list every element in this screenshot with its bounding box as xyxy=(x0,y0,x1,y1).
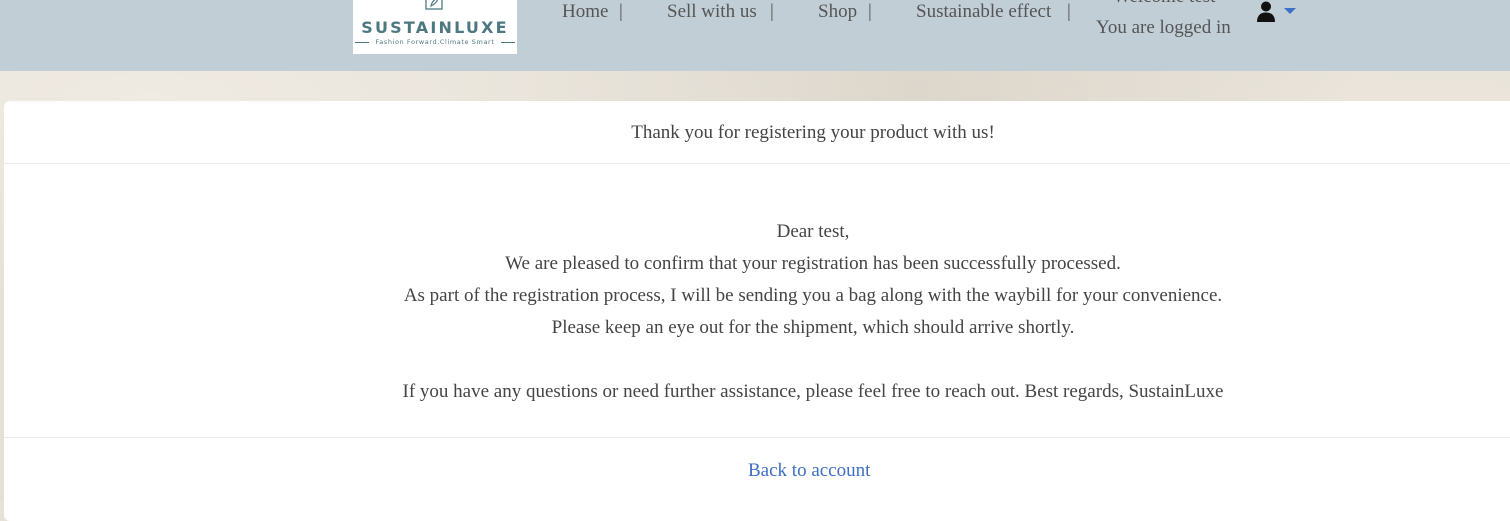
message-line: As part of the registration process, I w… xyxy=(403,285,1223,306)
top-navbar: SUSTAINLUXE Fashion Forward.Climate Smar… xyxy=(0,0,1510,71)
nav-sustainable-effect-link[interactable]: Sustainable effect xyxy=(916,1,1051,23)
leaf-icon xyxy=(425,0,443,10)
brand-name: SUSTAINLUXE xyxy=(361,18,509,37)
user-icon xyxy=(1257,1,1275,22)
logged-in-status: You are logged in xyxy=(1096,17,1231,38)
message-line: Please keep an eye out for the shipment,… xyxy=(551,317,1075,338)
nav-separator: | xyxy=(868,1,872,22)
card-title: Thank you for registering your product w… xyxy=(631,122,995,143)
nav-separator: | xyxy=(770,1,774,22)
card-header: Thank you for registering your product w… xyxy=(4,101,1510,164)
user-menu-dropdown[interactable] xyxy=(1255,0,1299,24)
message-line: We are pleased to confirm that your regi… xyxy=(505,253,1121,274)
nav-separator: | xyxy=(1067,1,1071,22)
closing-text: If you have any questions or need furthe… xyxy=(402,381,1224,402)
nav-separator: | xyxy=(619,1,623,22)
nav-shop-link[interactable]: Shop xyxy=(818,1,857,23)
brand-logo[interactable]: SUSTAINLUXE Fashion Forward.Climate Smar… xyxy=(353,0,517,54)
brand-tagline: Fashion Forward.Climate Smart xyxy=(375,38,495,46)
nav-home-link[interactable]: Home xyxy=(562,1,608,23)
nav-sell-link[interactable]: Sell with us xyxy=(667,1,757,23)
card-footer-divider xyxy=(4,437,1510,438)
greeting-text: Dear test, xyxy=(776,221,850,242)
confirmation-card: Thank you for registering your product w… xyxy=(4,101,1510,521)
back-to-account-link[interactable]: Back to account xyxy=(748,460,870,482)
caret-down-icon xyxy=(1284,8,1296,14)
welcome-text: Welcome test xyxy=(1113,0,1215,8)
logo-rule-right xyxy=(501,42,515,43)
